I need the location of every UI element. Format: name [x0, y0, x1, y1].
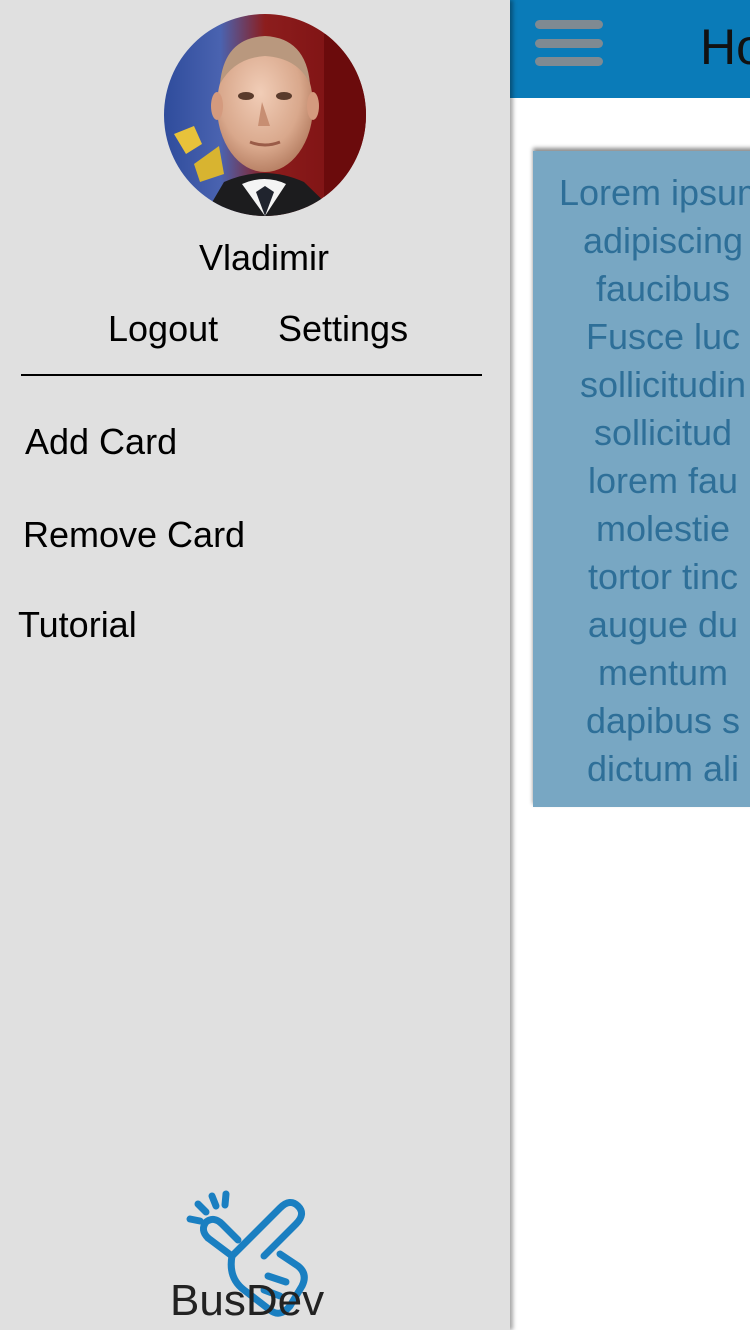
app-logo: BusDev [168, 1186, 358, 1330]
settings-button[interactable]: Settings [278, 307, 408, 351]
navigation-drawer: Vladimir Logout Settings Add Card Remove… [0, 0, 510, 1330]
menu-item-remove-card[interactable]: Remove Card [23, 513, 245, 557]
content-card[interactable]: Lorem ipsum adipiscing faucibus Fusce lu… [533, 151, 750, 807]
avatar-photo [164, 14, 366, 216]
app-screen: Home Lorem ipsum adipiscing faucibus Fus… [0, 0, 750, 1330]
avatar [164, 14, 366, 216]
logo-text: BusDev [170, 1276, 325, 1325]
user-name: Vladimir [198, 237, 330, 278]
menu-item-tutorial[interactable]: Tutorial [18, 603, 137, 647]
divider [21, 374, 482, 376]
logout-button[interactable]: Logout [108, 307, 218, 351]
menu-item-add-card[interactable]: Add Card [25, 420, 177, 464]
card-text: Lorem ipsum adipiscing faucibus Fusce lu… [558, 172, 750, 789]
hamburger-menu-icon[interactable] [533, 20, 605, 68]
page-title: Home [700, 19, 750, 75]
